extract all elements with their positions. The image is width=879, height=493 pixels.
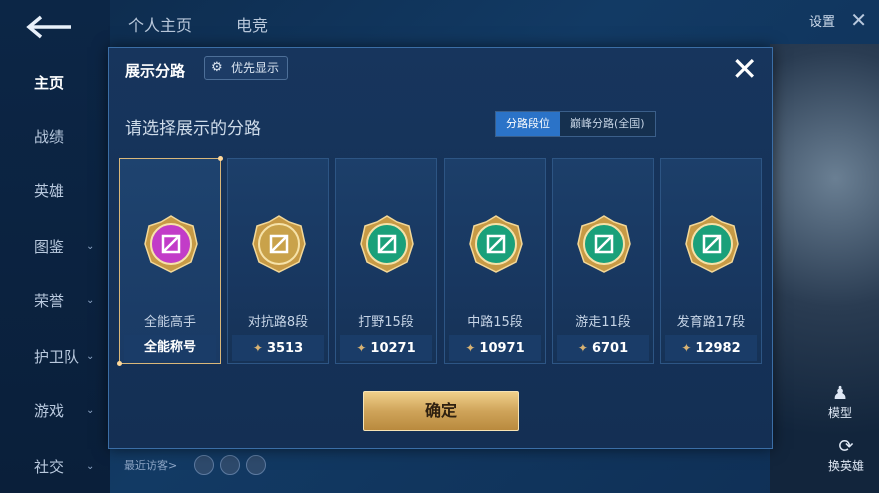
roam-emblem-icon: [577, 215, 631, 273]
priority-display-label: 优先显示: [231, 61, 280, 75]
close-icon[interactable]: ✕: [850, 8, 867, 32]
lane-rank-label: 打野15段: [358, 315, 414, 330]
lane-rank-label: 全能高手: [143, 315, 196, 330]
change-hero-button[interactable]: ⟳ 换英雄: [828, 436, 864, 474]
visitor-avatar[interactable]: [220, 455, 240, 475]
jungle-emblem-icon: [360, 215, 414, 273]
recent-visitors-link[interactable]: 最近访客>: [124, 457, 177, 473]
all-round-emblem-icon: [144, 215, 198, 273]
sidebar-item[interactable]: 英雄: [0, 172, 110, 208]
chevron-down-icon: ⌄: [86, 294, 95, 306]
lane-points-value: 3513: [266, 341, 304, 356]
lane-display-dialog: 展示分路 ⚙ 优先显示 ✕ 请选择展示的分路 分路段位 巅峰分路(全国) 全能高…: [108, 47, 773, 449]
lane-points-value: 12982: [695, 341, 741, 356]
segment-control: 分路段位 巅峰分路(全国): [495, 111, 656, 137]
sidebar-item[interactable]: 图鉴 ⌄: [0, 228, 110, 264]
points-icon: ✦: [465, 341, 476, 355]
sidebar-item-label: 图鉴: [34, 237, 65, 256]
lane-points: ✦ 10971: [449, 335, 541, 361]
lane-points: ✦ 12982: [665, 335, 757, 361]
priority-display-button[interactable]: ⚙ 优先显示: [204, 56, 289, 80]
lane-rank-label: 游走11段: [575, 315, 631, 330]
chevron-down-icon: ⌄: [86, 460, 95, 472]
points-icon: ✦: [252, 341, 263, 355]
sidebar-item[interactable]: 主页: [0, 64, 110, 100]
sidebar-item[interactable]: 护卫队 ⌄: [0, 338, 110, 374]
lane-rank-label: 对抗路8段: [247, 315, 309, 330]
chevron-down-icon: ⌄: [86, 404, 95, 416]
lane-rank-label: 发育路17段: [676, 315, 746, 330]
dialog-subtitle: 请选择展示的分路: [125, 119, 261, 139]
points-icon: ✦: [577, 341, 588, 355]
farm-lane-emblem-icon: [685, 215, 739, 273]
sidebar-item-label: 护卫队: [34, 347, 80, 366]
model-button-label: 模型: [828, 406, 853, 420]
confirm-button[interactable]: 确定: [363, 391, 519, 431]
lane-card[interactable]: 全能高手 全能称号: [117, 156, 223, 366]
lane-points-value: 10971: [479, 341, 525, 356]
lane-card[interactable]: 游走11段 ✦ 6701: [552, 158, 654, 364]
sidebar-item[interactable]: 荣誉 ⌄: [0, 282, 110, 318]
sidebar-item-label: 战绩: [34, 127, 65, 146]
lane-points: ✦ 3513: [232, 335, 324, 361]
lane-card[interactable]: 中路15段 ✦ 10971: [444, 158, 546, 364]
dialog-title: 展示分路: [125, 62, 186, 80]
tab-esports[interactable]: 电竞: [236, 12, 268, 36]
lane-card[interactable]: 发育路17段 ✦ 12982: [660, 158, 762, 364]
lane-card[interactable]: 对抗路8段 ✦ 3513: [227, 158, 329, 364]
back-arrow-icon[interactable]: [25, 14, 75, 40]
points-icon: ✦: [356, 341, 367, 355]
sidebar-item[interactable]: 游戏 ⌄: [0, 392, 110, 428]
top-bar: 个人主页 电竞 设置 ✕: [110, 0, 879, 44]
sidebar-item[interactable]: 战绩: [0, 118, 110, 154]
lane-card[interactable]: 打野15段 ✦ 10271: [335, 158, 437, 364]
chevron-down-icon: ⌄: [86, 350, 95, 362]
points-icon: ✦: [681, 341, 692, 355]
segment-peak-lane[interactable]: 巅峰分路(全国): [560, 112, 655, 136]
sidebar-item-label: 荣誉: [34, 291, 65, 310]
lane-points-value: 6701: [591, 341, 629, 356]
chevron-down-icon: ⌄: [86, 240, 95, 252]
visitor-avatar[interactable]: [194, 455, 214, 475]
sidebar-item-label: 游戏: [34, 401, 65, 420]
tab-profile[interactable]: 个人主页: [128, 12, 192, 36]
mid-lane-emblem-icon: [469, 215, 523, 273]
segment-lane-rank[interactable]: 分路段位: [496, 112, 560, 136]
selection-corner-marker: [218, 156, 223, 161]
close-dialog-button[interactable]: ✕: [731, 52, 758, 86]
lane-points: ✦ 6701: [557, 335, 649, 361]
lane-points: ✦ 10271: [340, 335, 432, 361]
visitor-avatar[interactable]: [246, 455, 266, 475]
selection-corner-marker: [117, 361, 122, 366]
sidebar-item-label: 主页: [34, 73, 65, 92]
lane-points-value: 10271: [370, 341, 416, 356]
settings-button[interactable]: 设置: [809, 11, 835, 30]
model-button[interactable]: ♟ 模型: [828, 383, 852, 421]
hero-artwork: [770, 44, 879, 493]
lane-title-label: 全能称号: [124, 335, 216, 361]
change-hero-button-label: 换英雄: [828, 459, 865, 473]
sidebar-item-label: 社交: [34, 457, 65, 476]
gear-icon: ⚙: [211, 60, 223, 75]
sidebar-item-label: 英雄: [34, 181, 65, 200]
clash-lane-emblem-icon: [252, 215, 306, 273]
sidebar-item[interactable]: 社交 ⌄: [0, 448, 110, 484]
lane-rank-label: 中路15段: [467, 315, 523, 330]
